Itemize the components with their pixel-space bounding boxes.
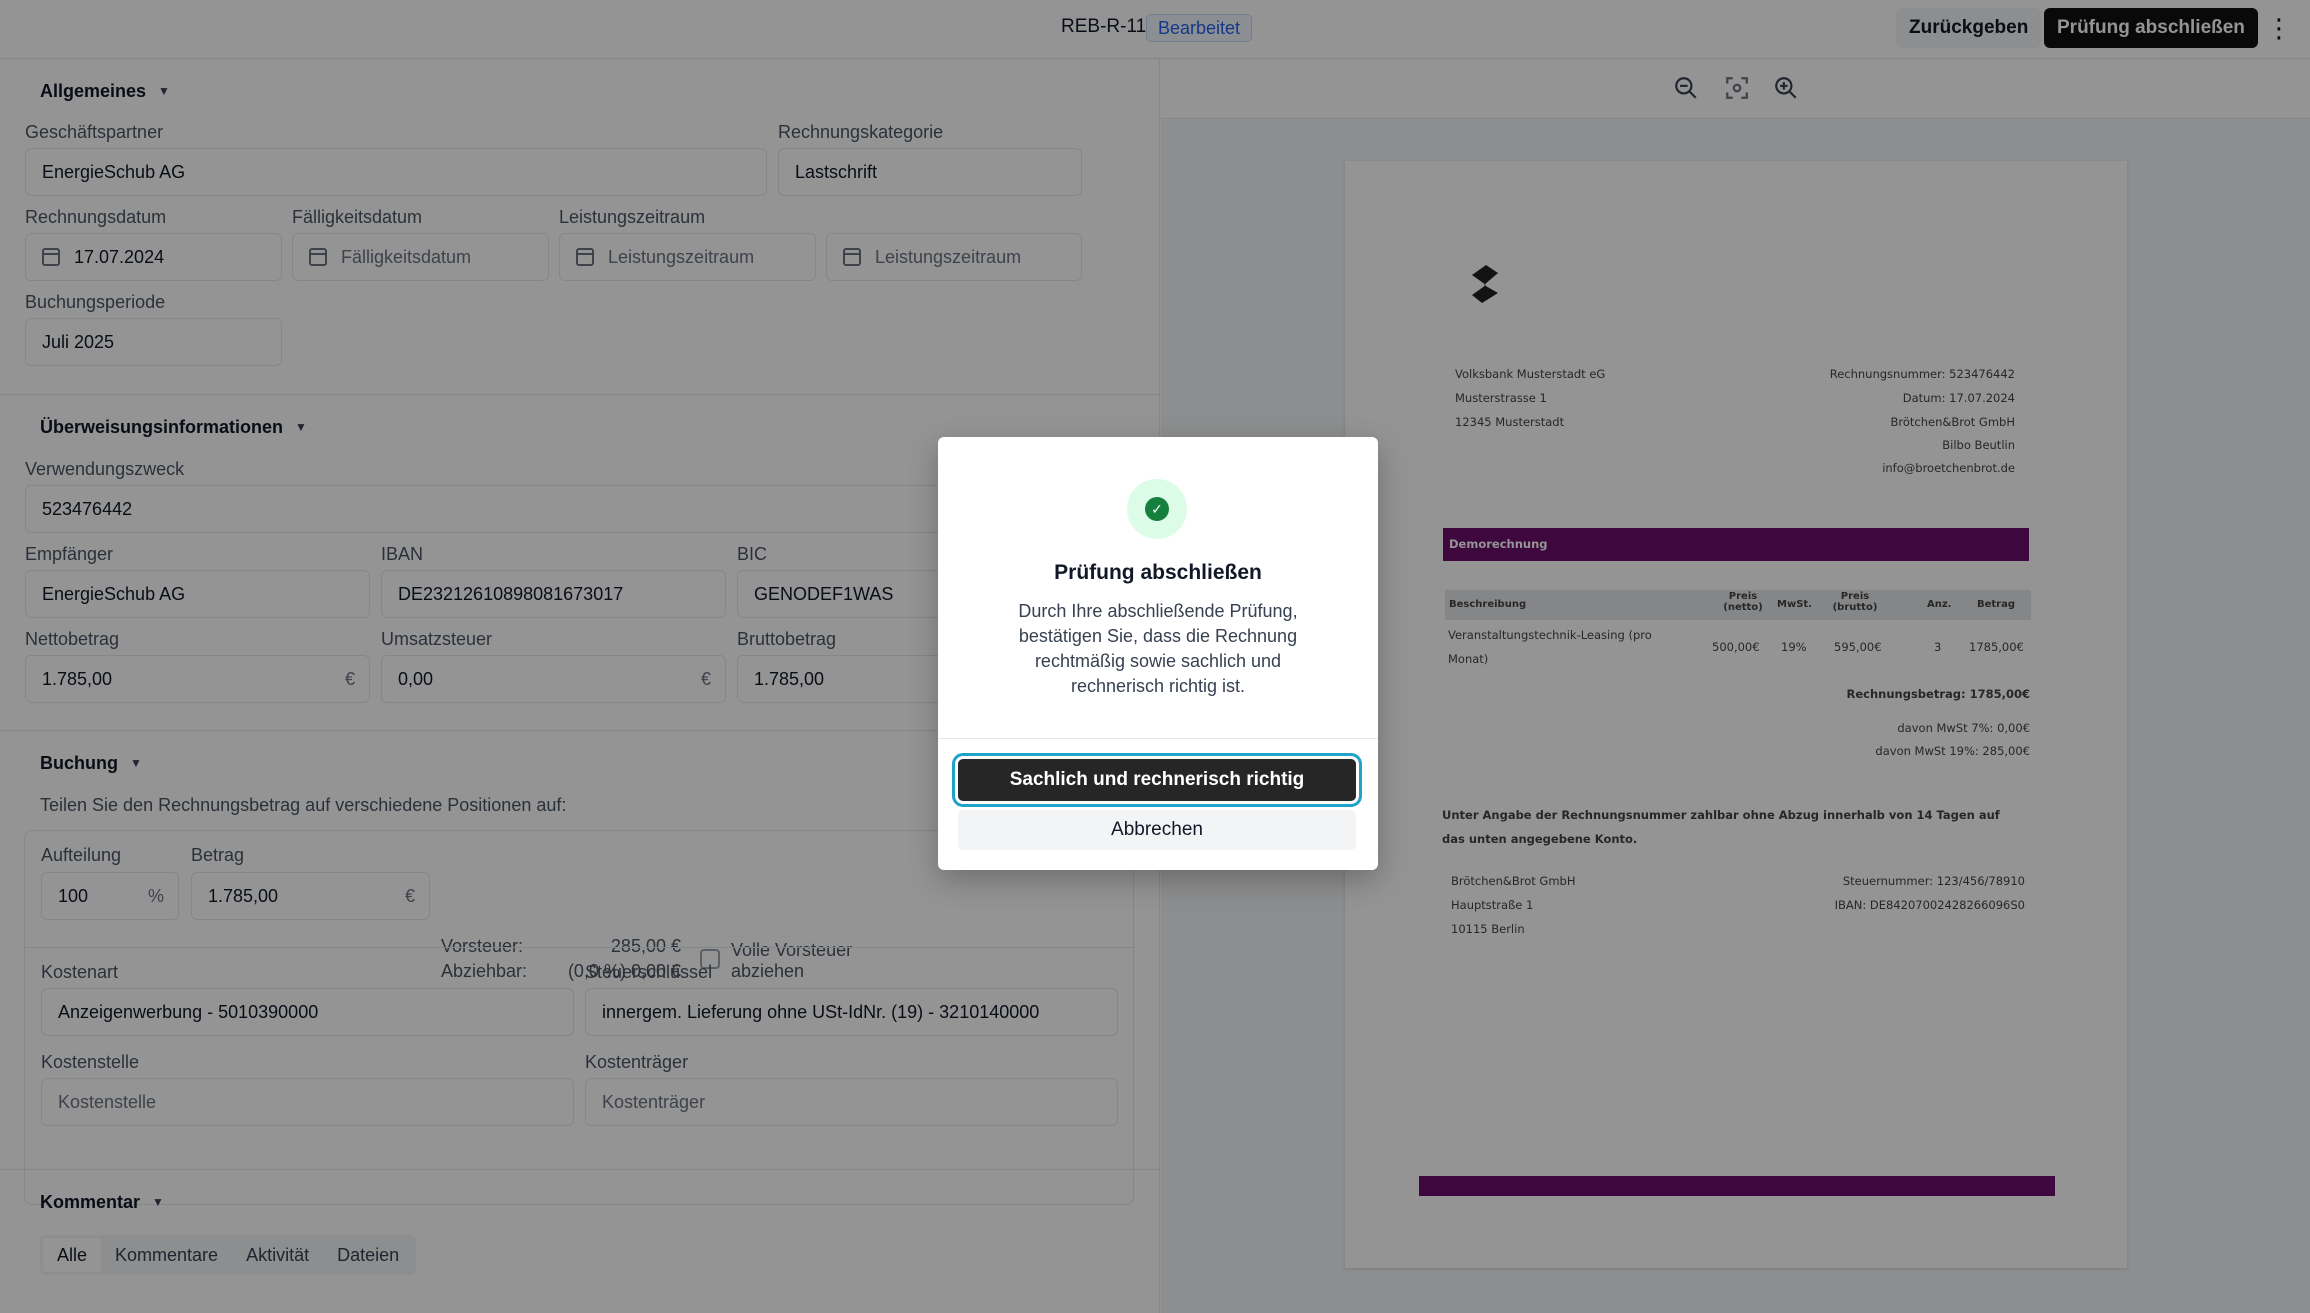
dialog-divider <box>938 738 1378 739</box>
dialog-text: Durch Ihre abschließende Prüfung, bestät… <box>1018 601 1298 696</box>
finish-review-dialog: ✓ Prüfung abschließen Durch Ihre abschli… <box>938 437 1378 870</box>
cancel-button[interactable]: Abbrechen <box>958 810 1356 850</box>
check-circle-icon: ✓ <box>1127 479 1187 539</box>
dialog-title: Prüfung abschließen <box>1054 561 1262 584</box>
confirm-correct-button[interactable]: Sachlich und rechnerisch richtig <box>952 753 1362 807</box>
